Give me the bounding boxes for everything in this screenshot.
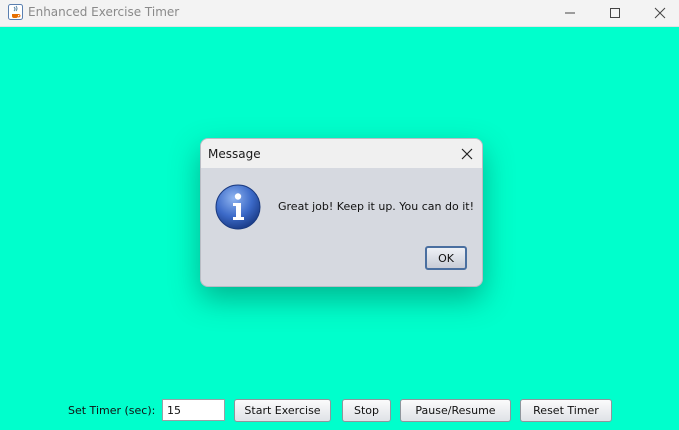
dialog-close-icon[interactable]	[460, 146, 474, 160]
java-cup-icon	[8, 4, 23, 20]
stop-button[interactable]: Stop	[342, 399, 391, 422]
dialog-titlebar: Message	[201, 139, 482, 168]
message-dialog: Message Great job! Keep it up. You can d…	[200, 138, 483, 287]
maximize-icon	[609, 4, 621, 23]
start-exercise-button[interactable]: Start Exercise	[234, 399, 331, 422]
close-icon	[654, 4, 666, 23]
minimize-button[interactable]	[547, 0, 593, 26]
window-titlebar: Enhanced Exercise Timer	[0, 0, 679, 27]
info-icon	[215, 184, 261, 230]
control-bar: Set Timer (sec): Start Exercise Stop Pau…	[0, 398, 679, 424]
pause-resume-button[interactable]: Pause/Resume	[400, 399, 511, 422]
dialog-title: Message	[208, 147, 261, 161]
timer-seconds-input[interactable]	[162, 399, 225, 421]
minimize-icon	[564, 4, 576, 23]
dialog-message: Great job! Keep it up. You can do it!	[278, 200, 474, 213]
maximize-button[interactable]	[592, 0, 638, 26]
set-timer-label: Set Timer (sec):	[68, 404, 156, 417]
window-title: Enhanced Exercise Timer	[28, 5, 180, 19]
reset-timer-button[interactable]: Reset Timer	[520, 399, 612, 422]
ok-button[interactable]: OK	[425, 246, 467, 270]
close-window-button[interactable]	[637, 0, 679, 26]
